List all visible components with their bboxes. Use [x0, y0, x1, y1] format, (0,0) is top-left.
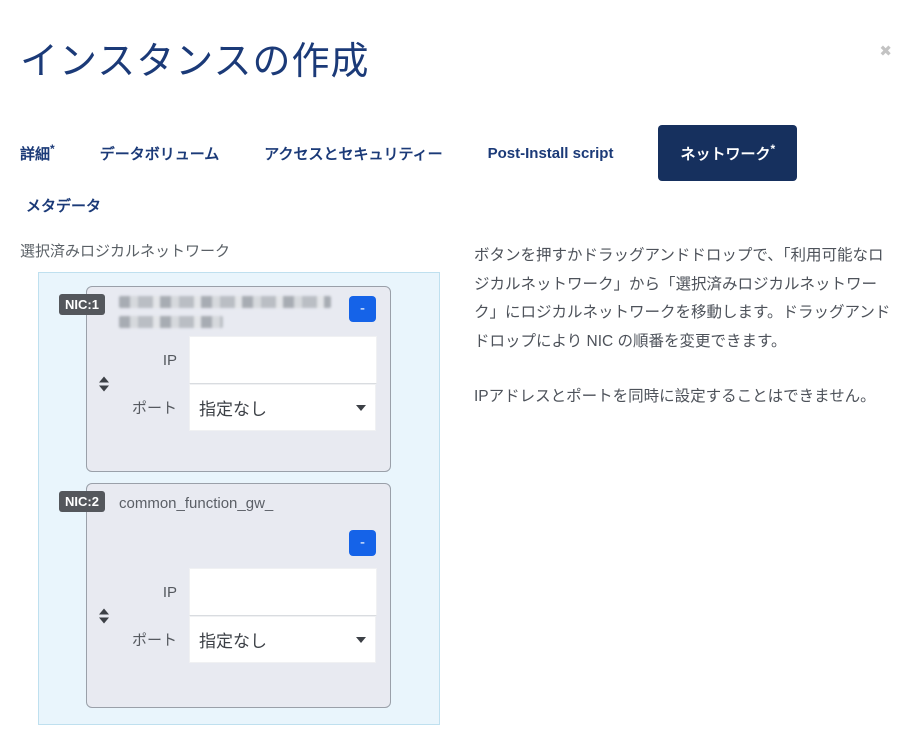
tab-access-security-label: アクセスとセキュリティー	[264, 145, 443, 163]
tab-access-security[interactable]: アクセスとセキュリティー	[264, 126, 442, 181]
chevron-down-icon	[356, 404, 366, 411]
nic1-drag-handle-icon[interactable]	[97, 376, 111, 391]
nic-card-1[interactable]: NIC:1 - IP ポート 指定なし	[59, 286, 391, 472]
selected-networks-column: 選択済みロジカルネットワーク NIC:1 - IP ポート 指定なし NIC:2…	[20, 240, 442, 725]
nic2-port-select[interactable]: 指定なし	[189, 616, 376, 663]
nic1-port-value: 指定なし	[199, 400, 267, 419]
nic1-header: -	[101, 296, 376, 336]
nic2-port-row: ポート 指定なし	[101, 616, 376, 663]
nic2-port-label: ポート	[131, 632, 177, 649]
nic-card-2[interactable]: NIC:2 common_function_gw_ - IP ポート 指定なし	[59, 483, 391, 708]
required-asterisk: *	[50, 142, 55, 156]
tab-data-volume[interactable]: データボリューム	[100, 126, 220, 181]
nic1-port-label: ポート	[131, 400, 177, 417]
selected-networks-dropzone[interactable]: NIC:1 - IP ポート 指定なし NIC:2 common_functio…	[38, 272, 440, 725]
nic1-badge: NIC:1	[59, 294, 105, 315]
nic1-remove-button[interactable]: -	[349, 296, 376, 322]
nic1-ip-row: IP	[101, 336, 377, 384]
tab-metadata-label: メタデータ	[26, 198, 102, 215]
nic2-ip-row: IP	[101, 568, 377, 616]
network-tab-content: 選択済みロジカルネットワーク NIC:1 - IP ポート 指定なし NIC:2…	[20, 240, 892, 725]
tab-network[interactable]: ネットワーク*	[658, 125, 798, 181]
help-text-column: ボタンを押すかドラッグアンドドロップで、「利用可能なロジカルネットワーク」から「…	[474, 240, 892, 437]
nic1-port-row: ポート 指定なし	[101, 384, 376, 431]
tab-metadata[interactable]: メタデータ	[20, 181, 101, 226]
chevron-down-icon	[356, 636, 366, 643]
nic2-header: common_function_gw_	[101, 493, 376, 512]
nic1-ip-input[interactable]	[189, 336, 377, 384]
create-instance-dialog: ✖ インスタンスの作成 詳細* データボリューム アクセスとセキュリティー Po…	[0, 30, 912, 756]
nic2-remove-button[interactable]: -	[349, 530, 376, 556]
nic2-port-value: 指定なし	[199, 632, 267, 651]
page-title: インスタンスの作成	[20, 41, 370, 83]
nic1-network-name-redacted	[101, 296, 349, 336]
nic2-drag-handle-icon[interactable]	[97, 608, 111, 623]
nic2-button-row: -	[101, 530, 376, 556]
tab-details[interactable]: 詳細*	[20, 125, 55, 181]
nic2-ip-input[interactable]	[189, 568, 377, 616]
help-paragraph-1: ボタンを押すかドラッグアンドドロップで、「利用可能なロジカルネットワーク」から「…	[474, 247, 891, 351]
tab-bar: 詳細* データボリューム アクセスとセキュリティー Post-Install s…	[20, 125, 892, 226]
nic2-ip-label: IP	[162, 583, 177, 601]
required-asterisk: *	[770, 142, 776, 156]
nic2-badge: NIC:2	[59, 491, 105, 512]
tab-post-install-script-label: Post-Install script	[487, 144, 614, 162]
nic1-form: IP ポート 指定なし	[99, 336, 377, 431]
nic2-network-name: common_function_gw_	[119, 495, 274, 512]
tab-post-install-script[interactable]: Post-Install script	[488, 128, 614, 179]
help-paragraph-2: IPアドレスとポートを同時に設定することはできません。	[474, 387, 876, 405]
selected-networks-label: 選択済みロジカルネットワーク	[20, 243, 231, 260]
close-icon[interactable]: ✖	[879, 44, 892, 59]
nic2-form: IP ポート 指定なし	[99, 568, 377, 663]
nic1-ip-label: IP	[162, 351, 177, 369]
tab-network-label: ネットワーク	[680, 146, 771, 163]
tab-details-label: 詳細	[20, 146, 51, 163]
tab-data-volume-label: データボリューム	[99, 145, 220, 163]
nic1-port-select[interactable]: 指定なし	[189, 384, 376, 431]
